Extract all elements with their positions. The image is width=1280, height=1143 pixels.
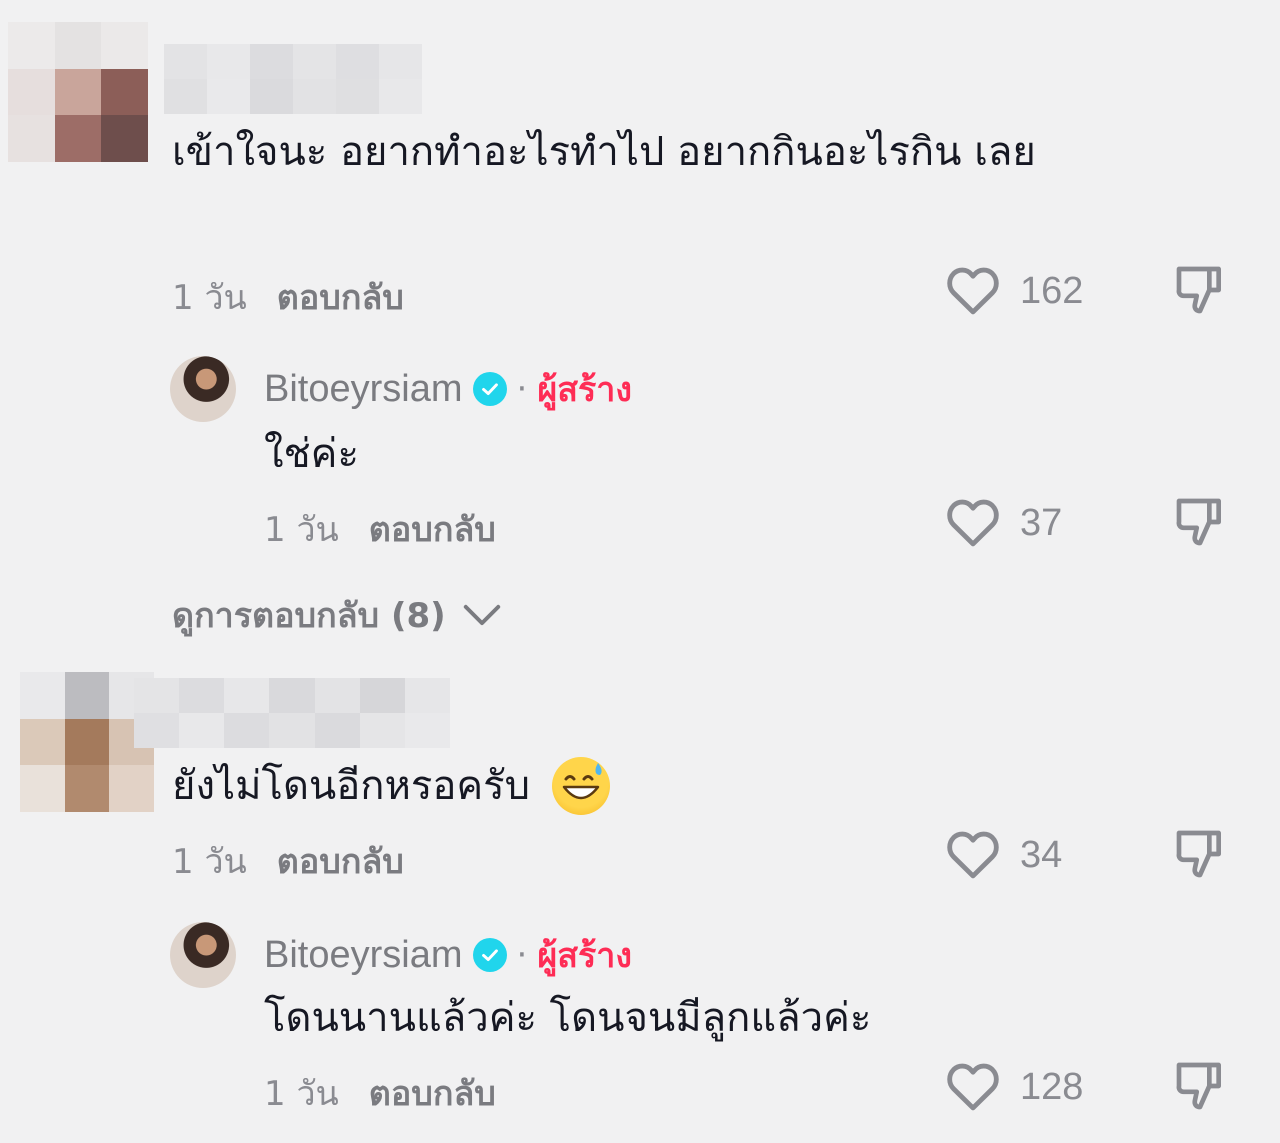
thumbs-down-icon <box>1176 1062 1221 1110</box>
heart-icon <box>947 831 999 879</box>
dislike-button[interactable] <box>1172 494 1228 550</box>
creator-username[interactable]: Bitoeyrsiam <box>264 934 463 977</box>
view-replies-button[interactable]: ดูการตอบกลับ (8) <box>172 588 502 642</box>
like-button[interactable] <box>944 262 1002 316</box>
heart-icon <box>947 499 999 547</box>
verified-badge-icon <box>472 372 507 406</box>
comment-time: 1 วัน <box>172 842 247 882</box>
like-count: 162 <box>1020 270 1084 312</box>
reply-button[interactable]: ตอบกลับ <box>277 842 404 882</box>
verified-badge-icon <box>472 938 507 972</box>
comment-text: ยังไม่โดนอีกหรอครับ <box>172 763 531 809</box>
reply-meta: 1 วัน ตอบกลับ <box>264 502 496 556</box>
dislike-button[interactable] <box>1172 1058 1228 1114</box>
reply-button[interactable]: ตอบกลับ <box>277 278 404 318</box>
creator-badge: ผู้สร้าง <box>537 370 632 410</box>
like-button[interactable] <box>944 1058 1002 1112</box>
creator-username[interactable]: Bitoeyrsiam <box>264 368 463 411</box>
reply-text: ใช่ค่ะ <box>264 431 359 477</box>
thumbs-down-icon <box>1176 266 1221 314</box>
like-count: 34 <box>1020 834 1063 876</box>
comment-meta: 1 วัน ตอบกลับ <box>172 834 404 888</box>
separator-dot: · <box>516 935 528 975</box>
username-redacted[interactable] <box>164 44 422 114</box>
like-button[interactable] <box>944 494 1002 548</box>
separator-dot: · <box>516 369 528 409</box>
like-count: 128 <box>1020 1066 1084 1108</box>
like-count: 37 <box>1020 502 1063 544</box>
heart-icon <box>947 267 999 315</box>
creator-avatar[interactable] <box>170 922 236 988</box>
comment-text: เข้าใจนะ อยากทำอะไรทำไป อยากกินอะไรกิน เ… <box>172 129 1036 175</box>
like-button[interactable] <box>944 826 1002 880</box>
reply-text: โดนนานแล้วค่ะ โดนจนมีลูกแล้วค่ะ <box>264 995 872 1041</box>
reply-button[interactable]: ตอบกลับ <box>369 510 496 550</box>
heart-icon <box>947 1063 999 1111</box>
comment-meta: 1 วัน ตอบกลับ <box>172 270 404 324</box>
comment-body: ยังไม่โดนอีกหรอครับ <box>172 752 611 820</box>
creator-avatar[interactable] <box>170 356 236 422</box>
reply-header: Bitoeyrsiam · ผู้สร้าง <box>264 928 632 982</box>
view-replies-label: ดูการตอบกลับ (8) <box>172 596 446 636</box>
dislike-button[interactable] <box>1172 826 1228 882</box>
creator-badge: ผู้สร้าง <box>537 936 632 976</box>
reply-meta: 1 วัน ตอบกลับ <box>264 1066 496 1120</box>
reply-button[interactable]: ตอบกลับ <box>369 1074 496 1114</box>
username-redacted[interactable] <box>134 678 450 748</box>
reply-time: 1 วัน <box>264 510 339 550</box>
reply-header: Bitoeyrsiam · ผู้สร้าง <box>264 362 632 416</box>
dislike-button[interactable] <box>1172 262 1228 318</box>
thumbs-down-icon <box>1176 830 1221 878</box>
grinning-sweat-emoji <box>552 757 611 815</box>
thumbs-down-icon <box>1176 498 1221 546</box>
avatar[interactable] <box>8 22 148 162</box>
reply-time: 1 วัน <box>264 1074 339 1114</box>
chevron-down-icon <box>463 604 500 626</box>
comment-time: 1 วัน <box>172 278 247 318</box>
